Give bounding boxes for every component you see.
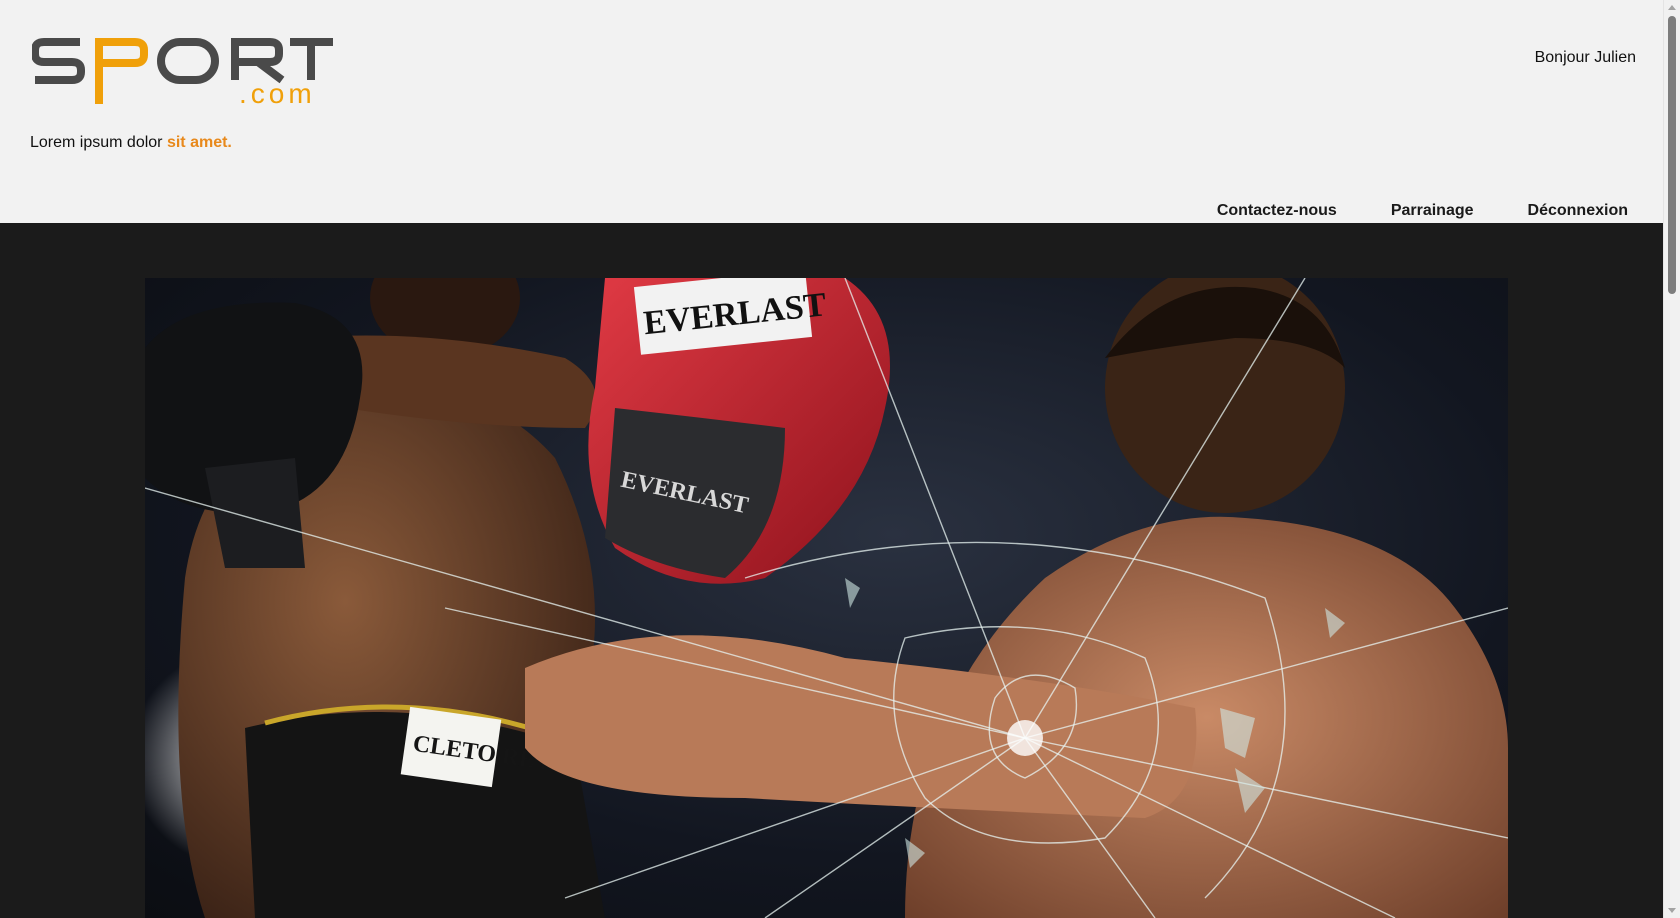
- main-content: CLETO REYES EVERLAST EVERLAST: [0, 223, 1663, 918]
- page: .com Lorem ipsum dolor sit amet. Bonjour…: [0, 0, 1680, 918]
- main-nav: Contactez-nous Parrainage Déconnexion: [1217, 202, 1628, 220]
- sport-logo[interactable]: .com: [32, 35, 362, 115]
- boxing-illustration: CLETO REYES EVERLAST EVERLAST: [145, 278, 1508, 918]
- tagline-accent: sit amet.: [166, 134, 232, 151]
- scroll-up-arrow-icon[interactable]: [1668, 5, 1676, 10]
- svg-text:.com: .com: [239, 78, 316, 109]
- user-greeting: Bonjour Julien: [1534, 49, 1636, 66]
- nav-contact-link[interactable]: Contactez-nous: [1217, 202, 1337, 220]
- tagline-text: Lorem ipsum dolor: [30, 134, 167, 151]
- scroll-down-arrow-icon[interactable]: [1668, 908, 1676, 913]
- nav-logout-link[interactable]: Déconnexion: [1528, 202, 1628, 220]
- nav-referral-link[interactable]: Parrainage: [1391, 202, 1474, 220]
- site-header: .com Lorem ipsum dolor sit amet. Bonjour…: [0, 0, 1663, 223]
- vertical-scrollbar[interactable]: [1663, 0, 1680, 918]
- hero-banner: CLETO REYES EVERLAST EVERLAST: [145, 278, 1508, 918]
- scroll-thumb[interactable]: [1668, 16, 1676, 294]
- tagline: Lorem ipsum dolor sit amet.: [30, 134, 232, 152]
